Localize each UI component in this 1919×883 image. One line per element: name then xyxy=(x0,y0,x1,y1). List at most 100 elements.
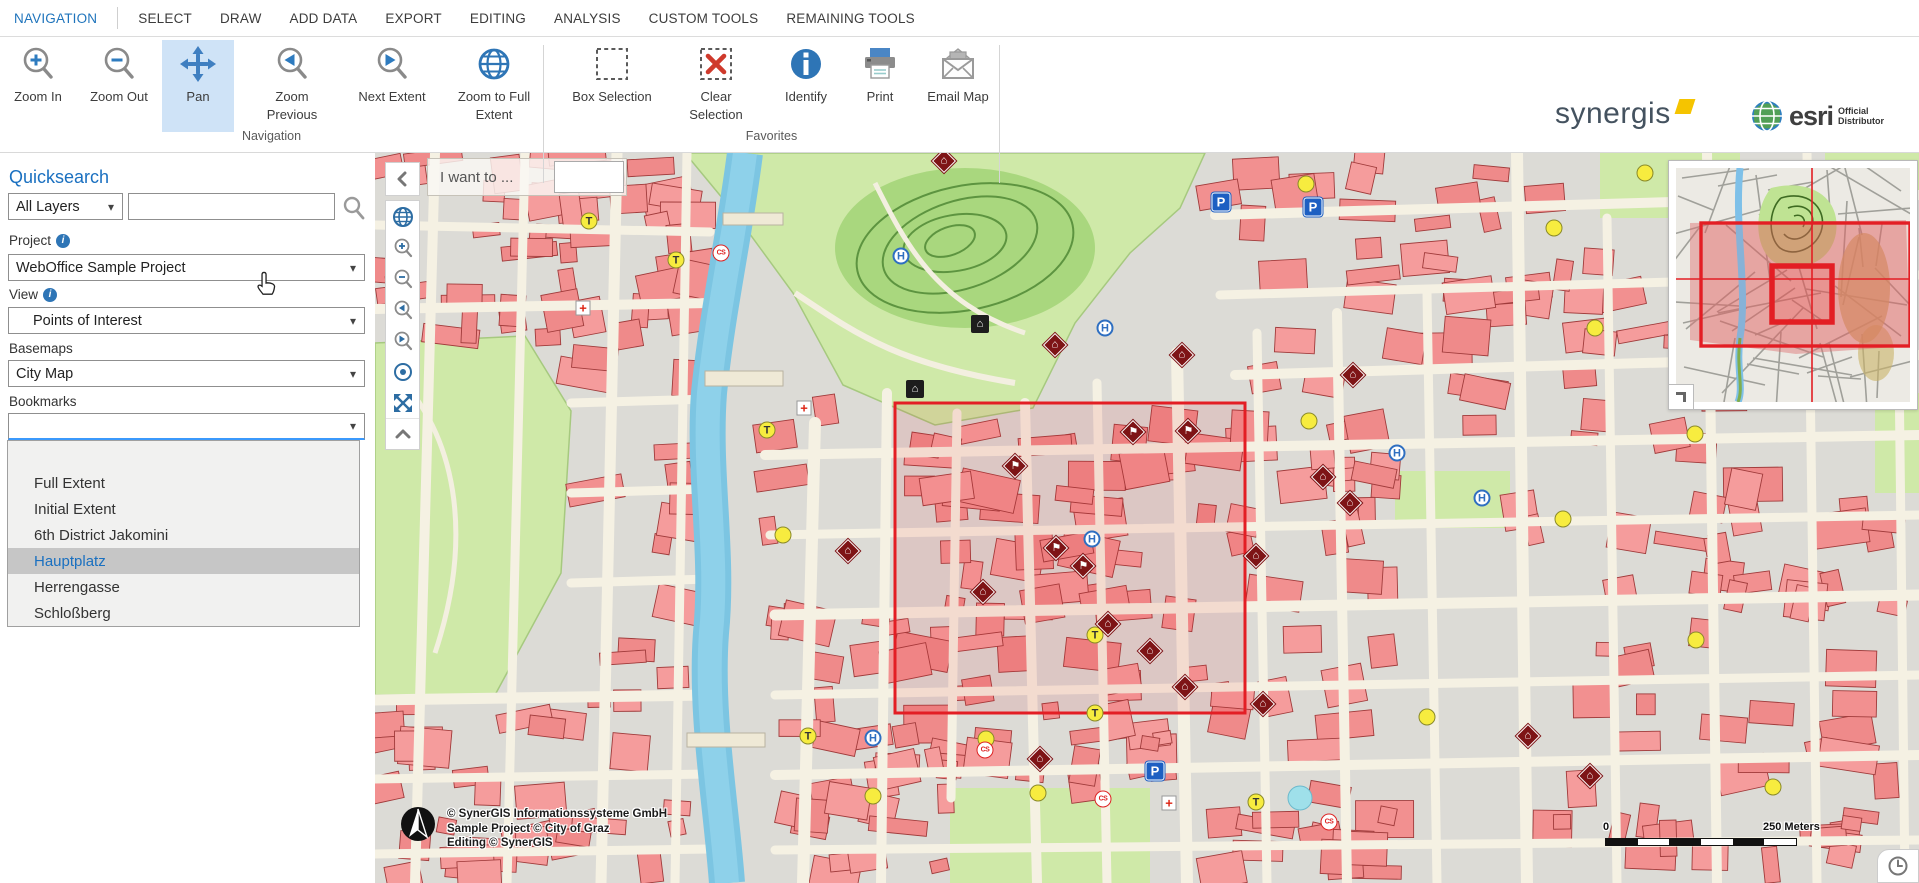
zoom-previous-button[interactable]: ZoomPrevious xyxy=(242,40,342,132)
pharmacy-marker[interactable]: + xyxy=(576,301,591,316)
transit-stop-marker[interactable] xyxy=(1298,176,1315,193)
bookmark-option-6th-district-jakomini[interactable]: 6th District Jakomini xyxy=(8,522,359,548)
next-extent-button[interactable]: Next Extent xyxy=(342,40,442,132)
expand-arrows-icon xyxy=(392,392,414,414)
i-want-to-label: I want to ... xyxy=(428,169,554,186)
clear-selection-button[interactable]: ClearSelection xyxy=(668,40,764,132)
cs-poi-marker[interactable]: CS xyxy=(977,742,994,759)
transit-stop-marker[interactable] xyxy=(1765,779,1782,796)
cs-poi-marker[interactable]: CS xyxy=(1321,814,1338,831)
view-select[interactable]: Points of Interest ▾ xyxy=(8,307,365,334)
bus-stop-marker[interactable]: H xyxy=(893,248,910,265)
bus-stop-marker[interactable]: H xyxy=(865,730,882,747)
box-selection-button[interactable]: Box Selection xyxy=(556,40,668,132)
transit-stop-marker[interactable] xyxy=(775,527,792,544)
transit-stop-marker[interactable]: T xyxy=(759,422,776,439)
pharmacy-marker[interactable]: + xyxy=(797,401,812,416)
transit-stop-marker[interactable] xyxy=(1637,165,1654,182)
transit-stop-marker[interactable]: T xyxy=(800,728,817,745)
scale-zero-label: 0 xyxy=(1603,821,1609,833)
search-input[interactable] xyxy=(128,193,335,220)
bus-stop-marker[interactable]: H xyxy=(1084,531,1101,548)
zoom-in-button[interactable]: Zoom In xyxy=(0,40,76,132)
info-icon[interactable]: i xyxy=(56,234,70,248)
transit-stop-marker[interactable]: T xyxy=(581,213,598,230)
tab-select[interactable]: SELECT xyxy=(124,0,206,37)
landmark-marker[interactable]: ⌂ xyxy=(971,315,989,333)
map-next-extent-button[interactable] xyxy=(386,325,419,356)
transit-stop-marker[interactable] xyxy=(1546,220,1563,237)
transit-stop-marker[interactable] xyxy=(865,788,882,805)
transit-stop-marker[interactable] xyxy=(1688,632,1705,649)
tab-analysis[interactable]: ANALYSIS xyxy=(540,0,635,37)
info-icon[interactable]: i xyxy=(43,288,57,302)
zoom-full-extent-button[interactable]: Zoom to FullExtent xyxy=(442,40,546,132)
box-selection-icon xyxy=(592,44,632,84)
map-toolbar-collapse-button[interactable] xyxy=(386,418,419,449)
transit-stop-marker[interactable] xyxy=(1587,320,1604,337)
transit-stop-marker[interactable]: T xyxy=(1087,705,1104,722)
chevron-up-icon xyxy=(395,427,411,441)
overview-resize-handle[interactable] xyxy=(1668,384,1694,410)
bookmark-option-full-extent[interactable]: Full Extent xyxy=(8,470,359,496)
print-button[interactable]: Print xyxy=(848,40,912,132)
ribbon-buttons: Zoom InZoom OutPan ZoomPrevious Next Exten… xyxy=(0,40,1004,132)
landmark-marker[interactable]: ⌂ xyxy=(906,380,924,398)
cs-poi-marker[interactable]: CS xyxy=(1095,791,1112,808)
map-full-extent-button[interactable] xyxy=(386,201,419,232)
transit-stop-marker[interactable] xyxy=(1555,511,1572,528)
tab-draw[interactable]: DRAW xyxy=(206,0,276,37)
bookmark-option-initial-extent[interactable]: Initial Extent xyxy=(8,496,359,522)
map-toolbar xyxy=(385,200,420,450)
bookmark-option-schloßberg[interactable]: Schloßberg xyxy=(8,600,359,626)
parking-marker[interactable]: P xyxy=(1146,762,1165,781)
bookmark-option-blank[interactable] xyxy=(8,441,359,470)
project-select[interactable]: WebOffice Sample Project ▾ xyxy=(8,254,365,281)
overview-map-panel[interactable] xyxy=(1668,160,1918,410)
transit-stop-marker[interactable] xyxy=(1419,709,1436,726)
pharmacy-marker[interactable]: + xyxy=(1162,796,1177,811)
bookmarks-dropdown-list: Full ExtentInitial Extent6th District Ja… xyxy=(7,440,360,627)
tab-remaining-tools[interactable]: REMAINING TOOLS xyxy=(772,0,929,37)
tab-navigation[interactable]: NAVIGATION xyxy=(0,0,111,37)
bookmark-option-hauptplatz[interactable]: Hauptplatz xyxy=(8,548,359,574)
tab-custom-tools[interactable]: CUSTOM TOOLS xyxy=(635,0,773,37)
parking-marker[interactable]: P xyxy=(1212,193,1231,212)
cs-poi-marker[interactable]: CS xyxy=(713,245,730,262)
bookmarks-select[interactable]: ▾ xyxy=(8,413,365,440)
map-fullscreen-button[interactable] xyxy=(386,387,419,418)
tab-add-data[interactable]: ADD DATA xyxy=(276,0,372,37)
i-want-to-input[interactable] xyxy=(554,161,624,193)
zoom-out-button[interactable]: Zoom Out xyxy=(76,40,162,132)
tab-export[interactable]: EXPORT xyxy=(371,0,455,37)
bus-stop-marker[interactable]: H xyxy=(1389,445,1406,462)
transit-stop-marker[interactable] xyxy=(1687,426,1704,443)
map-zoom-out-button[interactable] xyxy=(386,263,419,294)
bus-stop-marker[interactable]: H xyxy=(1097,320,1114,337)
clock-icon xyxy=(1887,855,1909,877)
bookmark-option-herrengasse[interactable]: Herrengasse xyxy=(8,574,359,600)
parking-marker[interactable]: P xyxy=(1304,198,1323,217)
tab-editing[interactable]: EDITING xyxy=(456,0,540,37)
quicksearch-link[interactable]: Quicksearch xyxy=(9,167,109,188)
time-slider-button[interactable] xyxy=(1877,849,1919,883)
identify-button[interactable]: Identify xyxy=(764,40,848,132)
transit-stop-marker[interactable]: T xyxy=(1248,794,1265,811)
email-map-button[interactable]: Email Map xyxy=(912,40,1004,132)
i-want-to-widget[interactable]: I want to ... xyxy=(427,158,627,196)
zoom-out-icon xyxy=(392,268,414,290)
map-canvas[interactable]: I want to ... xyxy=(375,153,1919,883)
transit-stop-marker[interactable] xyxy=(1301,413,1318,430)
sidebar-collapse-button[interactable] xyxy=(385,162,420,196)
layer-filter-select[interactable]: All Layers ▾ xyxy=(8,193,123,220)
map-zoom-previous-button[interactable] xyxy=(386,294,419,325)
transit-stop-marker[interactable]: T xyxy=(668,252,685,269)
search-icon[interactable] xyxy=(341,195,367,221)
basemaps-select[interactable]: City Map ▾ xyxy=(8,360,365,387)
map-default-extent-button[interactable] xyxy=(386,356,419,387)
map-zoom-in-button[interactable] xyxy=(386,232,419,263)
pan-button[interactable]: Pan xyxy=(162,40,234,132)
bus-stop-marker[interactable]: H xyxy=(1474,490,1491,507)
transit-stop-marker[interactable] xyxy=(1030,785,1047,802)
zoom-previous-label: ZoomPrevious xyxy=(267,88,318,123)
